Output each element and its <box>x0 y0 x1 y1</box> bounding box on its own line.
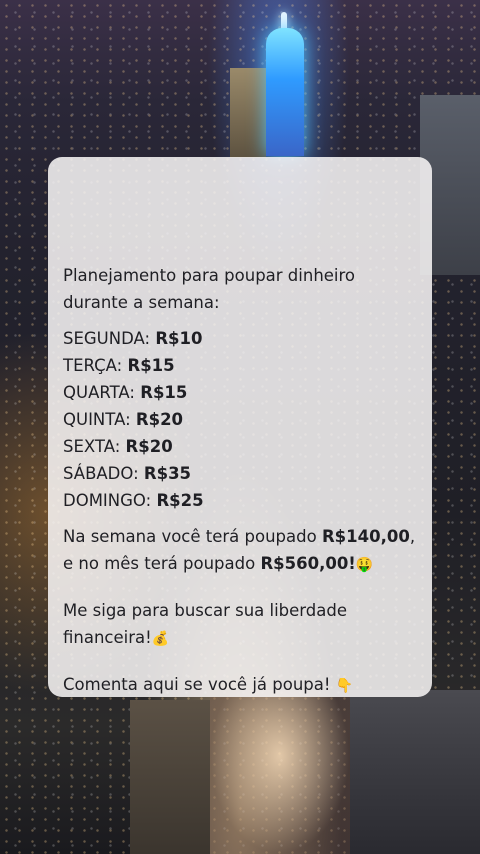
week-total: R$140,00 <box>321 527 410 546</box>
building <box>130 700 210 854</box>
plan-row-terca: TERÇA: R$15 <box>63 352 423 379</box>
savings-plan-list: SEGUNDA: R$10 TERÇA: R$15 QUARTA: R$15 Q… <box>63 325 423 514</box>
day-amount: R$10 <box>155 329 203 348</box>
day-amount: R$35 <box>143 464 192 483</box>
follow-text: Me siga para buscar sua liberdade financ… <box>63 601 348 647</box>
building <box>230 68 266 158</box>
month-total: R$560,00! <box>260 554 356 573</box>
day-label: DOMINGO: <box>63 491 152 510</box>
building <box>350 690 480 854</box>
money-face-emoji-icon: 🤑 <box>355 557 374 573</box>
intro-text: Planejamento para poupar dinheiro durant… <box>63 266 356 312</box>
plan-row-sexta: SEXTA: R$20 <box>63 433 423 460</box>
plan-row-segunda: SEGUNDA: R$10 <box>63 325 423 352</box>
plan-row-quarta: QUARTA: R$15 <box>63 379 423 406</box>
plan-row-quinta: QUINTA: R$20 <box>63 406 423 433</box>
illuminated-tower <box>266 28 304 156</box>
day-amount: R$15 <box>127 356 175 375</box>
day-label: SÁBADO: <box>63 464 139 483</box>
day-amount: R$15 <box>140 383 188 402</box>
lit-street <box>210 690 350 854</box>
plan-row-sabado: SÁBADO: R$35 <box>63 460 423 487</box>
plan-row-domingo: DOMINGO: R$25 <box>63 487 423 514</box>
day-amount: R$20 <box>125 437 173 456</box>
day-label: QUARTA: <box>63 383 135 402</box>
day-amount: R$20 <box>135 410 184 429</box>
pointing-down-emoji-icon: 👇 <box>335 678 354 694</box>
day-label: SEXTA: <box>63 437 121 456</box>
day-label: SEGUNDA: <box>63 329 151 348</box>
day-label: TERÇA: <box>63 356 123 375</box>
day-label: QUINTA: <box>63 410 131 429</box>
money-bag-emoji-icon: 💰 <box>151 631 170 647</box>
comment-prompt: Comenta aqui se você já poupa! 👇 <box>63 675 354 694</box>
day-amount: R$25 <box>156 491 204 510</box>
post-text: Planejamento para poupar dinheiro durant… <box>63 262 423 700</box>
summary-text: Na semana você terá poupado R$140,00, e … <box>63 527 416 573</box>
